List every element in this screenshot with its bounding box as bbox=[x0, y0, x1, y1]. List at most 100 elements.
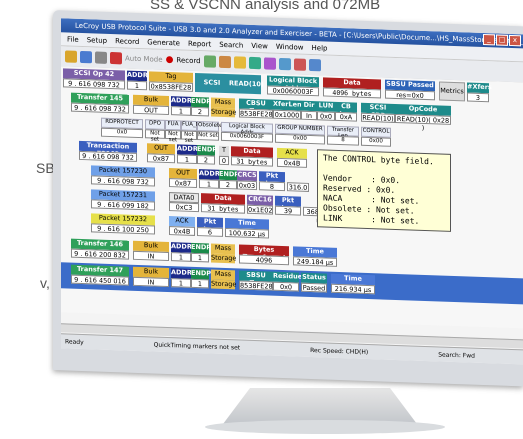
addr-header: ADDR bbox=[127, 70, 148, 82]
toggle-value: 0 bbox=[219, 155, 229, 166]
addr-value: 1 bbox=[171, 106, 191, 116]
menu-window[interactable]: Window bbox=[276, 42, 304, 51]
monitor: LeCroy USB Protocol Suite - USB 3.0 and … bbox=[53, 10, 523, 387]
menu-view[interactable]: View bbox=[251, 41, 268, 50]
auto-mode-button[interactable]: Auto Mode bbox=[125, 55, 163, 64]
open-icon[interactable] bbox=[65, 50, 77, 63]
toggle-header: T bbox=[219, 145, 229, 157]
record-button[interactable]: Record bbox=[176, 56, 200, 65]
endp-header: ENDP bbox=[191, 96, 212, 108]
cblen-value: 0xA bbox=[335, 111, 357, 122]
menu-setup[interactable]: Setup bbox=[87, 36, 107, 45]
bus-icon[interactable] bbox=[263, 57, 276, 70]
stop-icon[interactable] bbox=[110, 51, 122, 65]
endp-value: 2 bbox=[191, 106, 209, 117]
bulk-value: IN bbox=[133, 276, 169, 288]
addr-value: 1 bbox=[177, 154, 197, 165]
filter-icon[interactable] bbox=[203, 55, 216, 68]
lba-value: 0x0060003F bbox=[267, 85, 319, 97]
pktlen-value: 39 bbox=[275, 205, 301, 216]
time-value: 100.632 µs bbox=[225, 228, 269, 239]
pkt-icon[interactable] bbox=[293, 58, 306, 71]
cdb-field-value: Not set bbox=[145, 129, 165, 143]
sbsu-value: res=0x0 bbox=[385, 89, 435, 101]
addr-value: 1 bbox=[171, 252, 191, 262]
cdb-field-value: 0x00 bbox=[275, 133, 325, 145]
menu-file[interactable]: File bbox=[67, 35, 79, 43]
maximize-icon[interactable]: □ bbox=[496, 34, 508, 46]
addr-value: 1 bbox=[199, 179, 219, 189]
transfer-time: 9 . 616 098 732 bbox=[71, 102, 129, 114]
status-quicktiming: QuickTiming markers not set bbox=[153, 341, 241, 352]
time-value: 216.934 µs bbox=[331, 283, 375, 295]
record-icon[interactable]: ● bbox=[166, 55, 174, 65]
crc5-value: 0x03 bbox=[237, 180, 257, 191]
data-value: 4096 bytes bbox=[323, 87, 381, 99]
cdb-field-value: 0x00 bbox=[361, 136, 391, 147]
endp-header: ENDP bbox=[219, 169, 240, 181]
transaction-time: 9 . 616 098 732 bbox=[79, 150, 137, 162]
monitor-base bbox=[205, 420, 445, 434]
menu-record[interactable]: Record bbox=[115, 37, 139, 46]
endp-value: 2 bbox=[219, 179, 237, 190]
status-ready: Ready bbox=[65, 337, 84, 346]
report-icon[interactable] bbox=[233, 56, 246, 69]
save-icon[interactable] bbox=[80, 50, 92, 64]
addr-header: ADDR bbox=[171, 268, 192, 279]
cdb-field-header: FUA bbox=[165, 119, 181, 131]
out-value: 0x87 bbox=[169, 178, 197, 189]
tag-value: 0x8538FE28 bbox=[149, 81, 193, 92]
pktlen-value: 6 bbox=[197, 227, 223, 237]
cdb-field-value: 0x0060003F bbox=[221, 131, 273, 143]
endp-value: 1 bbox=[191, 252, 209, 263]
menu-report[interactable]: Report bbox=[188, 39, 211, 48]
sbsu-tag-value: 8538FE28 bbox=[239, 280, 273, 291]
side-text: v, bbox=[40, 275, 50, 291]
xferlen-value: 0x1000 bbox=[273, 109, 301, 120]
close-icon[interactable]: x bbox=[509, 34, 521, 47]
storage-label: Storage bbox=[211, 107, 237, 118]
ira-icon[interactable] bbox=[308, 58, 321, 72]
cdb-field-header: DPO bbox=[145, 119, 165, 130]
packet-time: 9 . 616 098 732 bbox=[91, 175, 155, 187]
ack-value: 0x4B bbox=[169, 226, 195, 236]
scsi-cdb-value: READ(10) bbox=[229, 74, 264, 95]
scsi-op-time: 9 . 616 098 732 bbox=[63, 78, 125, 90]
chart-icon[interactable] bbox=[218, 55, 231, 69]
duration-value: 316.0 bbox=[287, 182, 309, 192]
menu-generate[interactable]: Generate bbox=[147, 38, 180, 47]
cdb-field-value: 0x0 bbox=[101, 127, 143, 139]
packet-time: 9 . 616 099 182 bbox=[91, 199, 155, 211]
addr-header: ADDR bbox=[171, 96, 192, 107]
crc16-value: 0x1E02 bbox=[247, 204, 273, 215]
transfer-time: 9 . 616 200 832 bbox=[71, 248, 129, 260]
bytes-transferred-value: 4096 bbox=[239, 254, 289, 266]
addr-value: 1 bbox=[171, 278, 191, 288]
status-search: Search: Fwd bbox=[438, 350, 475, 360]
pktlen-value: 8 bbox=[259, 181, 285, 192]
trace-view[interactable]: SCSI Op 42 9 . 616 098 732 ADDR 1 Tag 0x… bbox=[61, 66, 523, 329]
status-rec-speed: Rec Speed: CHD(H) bbox=[310, 346, 369, 356]
settings-icon[interactable] bbox=[278, 57, 291, 71]
control-tooltip: The CONTROL byte field. Vendor : 0x0. Re… bbox=[317, 149, 451, 232]
graph-icon[interactable] bbox=[248, 56, 261, 70]
residue-value: 0x0 bbox=[273, 281, 299, 292]
data-value: 31 bytes bbox=[231, 156, 273, 167]
minimize-icon[interactable]: _ bbox=[483, 34, 495, 46]
endp-value: 2 bbox=[197, 155, 215, 165]
addr-header: ADDR bbox=[177, 144, 198, 156]
storage-label: Storage bbox=[211, 279, 237, 290]
print-icon[interactable] bbox=[95, 51, 107, 64]
metrics-header: Metrics bbox=[439, 81, 465, 102]
data0-value: 0xC3 bbox=[169, 202, 199, 213]
out-value: 0x87 bbox=[147, 153, 175, 164]
endp-header: ENDP bbox=[191, 268, 212, 280]
scsi-cdb-header: SCSI CDB bbox=[195, 72, 229, 106]
endp-value: 1 bbox=[191, 278, 209, 289]
menu-search[interactable]: Search bbox=[219, 40, 243, 49]
scsi-cdb-value: READ(10) bbox=[361, 112, 395, 123]
xfers-value: 3 bbox=[467, 92, 489, 103]
menu-help[interactable]: Help bbox=[312, 44, 328, 53]
bulk-value: OUT bbox=[133, 104, 169, 116]
ack-value: 0x4B bbox=[277, 157, 307, 168]
